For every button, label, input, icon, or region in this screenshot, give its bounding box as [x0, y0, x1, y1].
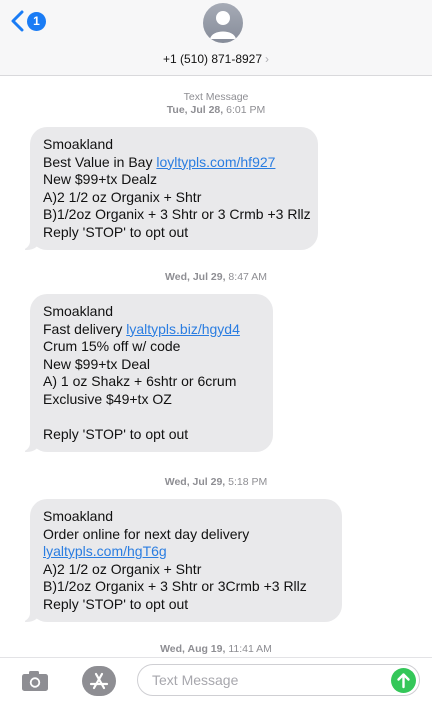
message-input-field[interactable] — [137, 664, 420, 696]
message-line: A)2 1/2 oz Organix + Shtr — [43, 560, 202, 577]
message-line: Exclusive $49+tx OZ — [43, 390, 172, 407]
message-line: Reply 'STOP' to opt out — [43, 425, 189, 442]
message-line: Crum 15% off w/ code — [43, 338, 181, 354]
app-store-icon — [89, 672, 109, 690]
message-line — [43, 408, 261, 426]
message-line: Smoakland — [43, 136, 114, 152]
message-line: New $99+tx Dealz — [43, 171, 158, 187]
message-input[interactable] — [152, 665, 382, 695]
message-line: Fast delivery lyaltypls.biz/hgyd4 — [43, 320, 240, 337]
back-button[interactable]: 1 — [10, 8, 46, 34]
timestamp: Wed, Jul 29, 5:18 PM — [164, 476, 268, 488]
unread-badge: 1 — [27, 11, 46, 31]
conversation-header: 1 +1 (510) 871-8927 › — [0, 0, 432, 76]
chevron-left-icon — [11, 10, 24, 32]
message-line: Order online for next day delivery — [43, 525, 250, 542]
message-line: A)2 1/2 oz Organix + Shtr — [43, 188, 202, 205]
message-bubble[interactable]: Smoakland Fast delivery lyaltypls.biz/hg… — [20, 294, 273, 452]
chevron-right-icon: › — [265, 52, 270, 66]
message-line: Best Value in Bay loyltypls.com/hf927 — [43, 153, 276, 170]
contact-avatar[interactable] — [203, 3, 243, 43]
message-line: Reply 'STOP' to opt out — [43, 223, 189, 240]
contact-details-button[interactable]: +1 (510) 871-8927 › — [0, 52, 432, 66]
message-link[interactable]: loyltypls.com/hf927 — [156, 154, 275, 170]
compose-bar — [0, 657, 432, 701]
message-line: Smoakland — [43, 508, 114, 524]
timestamp: Wed, Jul 29, 8:47 AM — [165, 271, 267, 283]
timestamp: Tue, Jul 28, 6:01 PM — [166, 104, 266, 116]
message-line: Reply 'STOP' to opt out — [43, 595, 189, 612]
app-store-button[interactable] — [82, 666, 116, 696]
message-link[interactable]: lyaltypls.biz/hgyd4 — [126, 321, 240, 337]
message-line: Smoakland — [43, 303, 114, 319]
message-bubble[interactable]: Smoakland Best Value in Bay loyltypls.co… — [20, 127, 318, 250]
message-line: lyaltypls.com/hgT6g — [43, 543, 330, 561]
message-line: New $99+tx Deal — [43, 355, 151, 372]
message-line: B)1/2oz Organix + 3 Shtr or 3Crmb +3 Rll… — [43, 578, 307, 594]
person-silhouette-icon — [210, 11, 236, 39]
message-line: A) 1 oz Shakz + 6shtr or 6crum — [43, 373, 237, 389]
contact-number: +1 (510) 871-8927 — [162, 52, 263, 66]
timestamp: Wed, Aug 19, 11:41 AM — [160, 643, 272, 655]
message-bubble[interactable]: Smoakland Order online for next day deli… — [20, 499, 342, 622]
message-line: B)1/2oz Organix + 3 Shtr or 3 Crmb +3 Rl… — [43, 206, 311, 222]
camera-icon[interactable] — [21, 670, 49, 692]
arrow-up-icon — [397, 673, 410, 689]
send-button[interactable] — [391, 668, 416, 693]
message-link[interactable]: lyaltypls.com/hgT6g — [43, 543, 167, 559]
thread-type-label: Text Message — [183, 91, 249, 103]
